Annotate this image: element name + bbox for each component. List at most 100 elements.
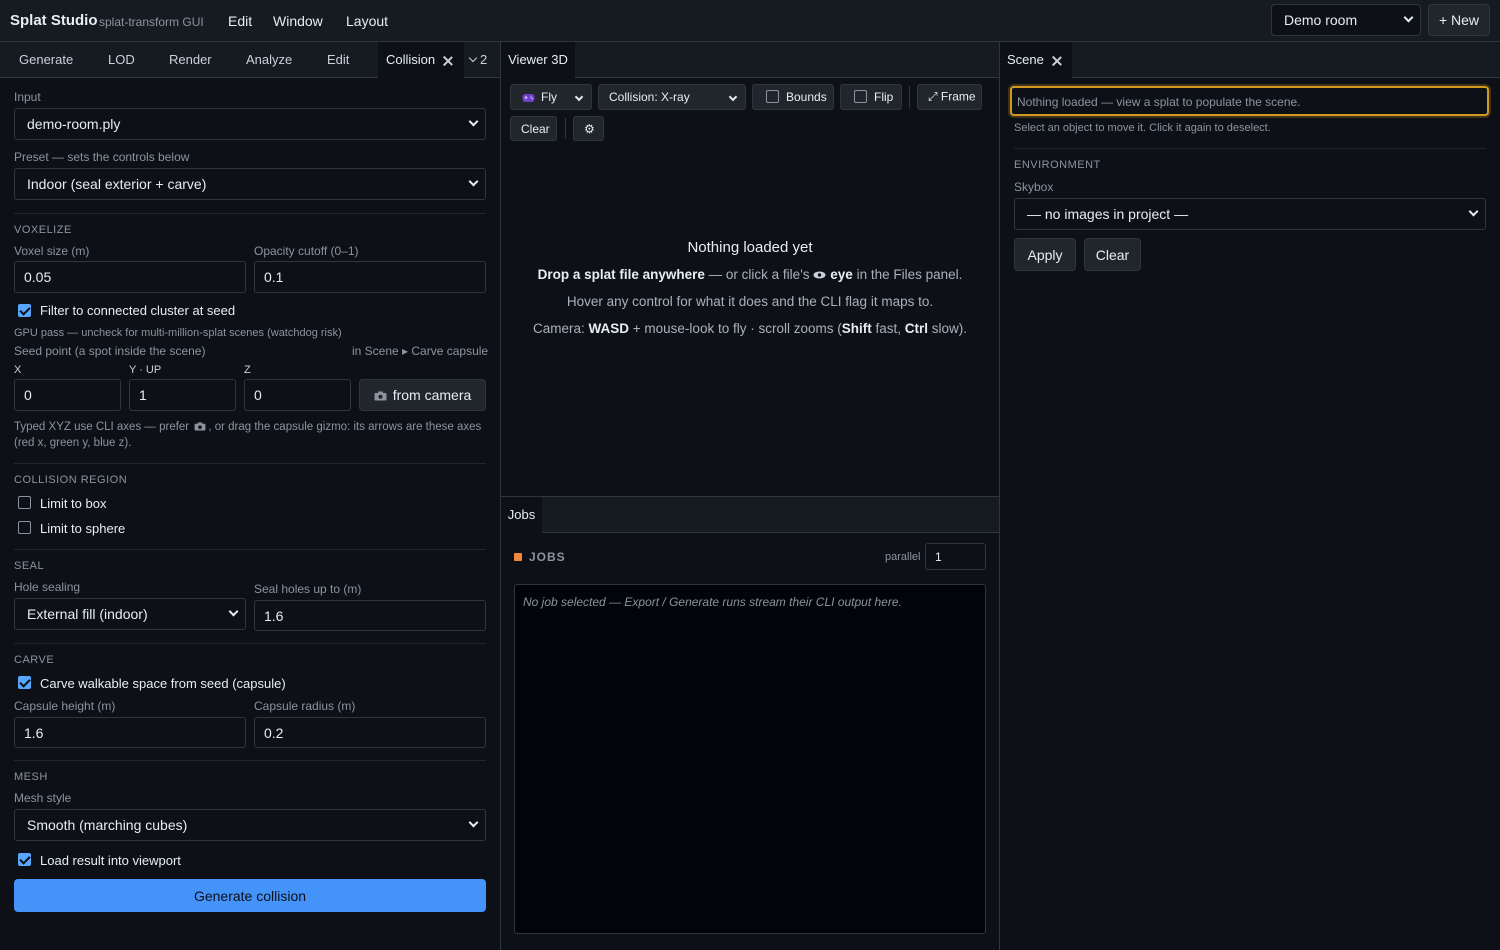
- frame-button[interactable]: ⤢ Frame: [917, 84, 982, 110]
- seal-section: SEAL: [14, 560, 45, 572]
- load-result-label: Load result into viewport: [40, 853, 181, 868]
- new-button[interactable]: + New: [1428, 4, 1490, 36]
- hole-sealing-label: Hole sealing: [14, 580, 81, 594]
- project-select[interactable]: Demo room: [1271, 4, 1421, 36]
- frame-label: ⤢ Frame: [928, 89, 976, 104]
- tab-jobs[interactable]: Jobs: [501, 497, 542, 533]
- tab-overflow[interactable]: 2: [468, 42, 500, 78]
- limit-sphere-checkbox[interactable]: [18, 521, 31, 534]
- menu-window[interactable]: Window: [273, 13, 323, 29]
- seed-label: Seed point (a spot inside the scene): [14, 344, 206, 358]
- input-select[interactable]: demo-room.ply: [14, 108, 486, 140]
- load-result-checkbox[interactable]: [18, 853, 31, 866]
- seed-y-input[interactable]: 1: [129, 379, 236, 411]
- chevron-down-icon: [1403, 12, 1414, 23]
- flip-checkbox[interactable]: [854, 90, 867, 103]
- parallel-input[interactable]: 1: [925, 543, 986, 570]
- voxel-size-value: 0.05: [24, 269, 52, 285]
- camera-mode-value: Fly: [541, 90, 557, 104]
- axes-help-line2: (red x, green y, blue z).: [14, 437, 132, 449]
- seed-x-input[interactable]: 0: [14, 379, 121, 411]
- jobs-title: JOBS: [529, 550, 566, 564]
- empty-line-2: Hover any control for what it does and t…: [566, 294, 934, 309]
- opacity-value: 0.1: [264, 269, 284, 285]
- chevron-down-icon: [228, 606, 239, 617]
- x-label: X: [14, 364, 22, 376]
- shift-key: Shift: [841, 321, 872, 336]
- scene-clear-button[interactable]: Clear: [1084, 238, 1141, 271]
- scene-panel: Scene: [1001, 42, 1500, 950]
- menu-layout[interactable]: Layout: [346, 13, 388, 29]
- gear-icon: ⚙: [584, 121, 595, 136]
- tab-scene-label: Scene: [1007, 52, 1044, 67]
- mesh-style-value: Smooth (marching cubes): [27, 817, 188, 833]
- chevron-down-icon: [728, 92, 738, 102]
- camera-icon: [194, 422, 206, 432]
- seal-holes-input[interactable]: 1.6: [254, 600, 486, 631]
- drop-hint: Drop a splat file anywhere: [537, 267, 705, 282]
- capsule-height-input[interactable]: 1.6: [14, 717, 246, 748]
- tab-analyze[interactable]: Analyze: [246, 42, 292, 78]
- camera-hint-d: slow).: [927, 321, 967, 336]
- parallel-value: 1: [935, 549, 942, 564]
- tab-render[interactable]: Render: [169, 42, 212, 78]
- scene-search-input[interactable]: Nothing loaded — view a splat to populat…: [1010, 86, 1489, 116]
- close-icon[interactable]: [1052, 56, 1062, 66]
- bounds-checkbox[interactable]: [766, 90, 779, 103]
- voxel-size-label: Voxel size (m): [14, 244, 90, 258]
- carve-checkbox[interactable]: [18, 676, 31, 689]
- mesh-style-select[interactable]: Smooth (marching cubes): [14, 809, 486, 841]
- capsule-height-value: 1.6: [24, 724, 44, 741]
- scene-search-placeholder: Nothing loaded — view a splat to populat…: [1017, 95, 1301, 109]
- capsule-height-label: Capsule height (m): [14, 699, 116, 713]
- apply-label: Apply: [1027, 246, 1063, 263]
- seed-y-value: 1: [139, 387, 147, 403]
- capsule-radius-input[interactable]: 0.2: [254, 717, 486, 748]
- flip-toggle[interactable]: Flip: [840, 84, 902, 110]
- collision-view-select[interactable]: Collision: X-ray: [598, 84, 746, 110]
- hole-sealing-select[interactable]: External fill (indoor): [14, 598, 246, 630]
- limit-box-checkbox[interactable]: [18, 496, 31, 509]
- bounds-toggle[interactable]: Bounds: [752, 84, 834, 110]
- tab-edit[interactable]: Edit: [327, 42, 349, 78]
- jobs-output[interactable]: No job selected — Export / Generate runs…: [514, 584, 986, 934]
- seed-z-value: 0: [254, 387, 262, 403]
- preset-select[interactable]: Indoor (seal exterior + carve): [14, 168, 486, 200]
- skybox-label: Skybox: [1014, 180, 1054, 194]
- project-select-value: Demo room: [1284, 12, 1358, 28]
- camera-hint-c: fast,: [871, 321, 905, 336]
- tab-lod[interactable]: LOD: [108, 42, 135, 78]
- camera-mode-select[interactable]: Fly: [510, 84, 592, 110]
- voxel-size-input[interactable]: 0.05: [14, 261, 246, 293]
- scene-tabbar: Scene: [1001, 42, 1500, 78]
- empty-line-1: Drop a splat file anywhere — or click a …: [500, 267, 1000, 282]
- tab-generate[interactable]: Generate: [19, 42, 73, 78]
- camera-hint-b: + mouse-look to fly · scroll zooms (: [629, 321, 842, 336]
- tab-scene[interactable]: Scene: [1001, 42, 1072, 78]
- skybox-select[interactable]: — no images in project —: [1014, 198, 1486, 230]
- close-icon[interactable]: [443, 56, 453, 66]
- tab-viewer-3d[interactable]: Viewer 3D: [501, 42, 575, 78]
- chevron-down-icon: [468, 176, 479, 187]
- viewer-clear-label: Clear: [521, 121, 550, 136]
- toolbar-separator: [565, 118, 566, 139]
- menu-edit[interactable]: Edit: [228, 13, 252, 29]
- toolbar-separator: [909, 86, 910, 108]
- viewer-clear-button[interactable]: Clear: [510, 116, 557, 141]
- divider: [14, 643, 486, 644]
- opacity-input[interactable]: 0.1: [254, 261, 486, 293]
- seal-holes-label: Seal holes up to (m): [254, 582, 362, 596]
- generate-collision-button[interactable]: Generate collision: [14, 879, 486, 912]
- empty-line-3: Camera: WASD + mouse-look to fly · scrol…: [500, 321, 1000, 336]
- limit-box-label: Limit to box: [40, 496, 107, 511]
- environment-section: ENVIRONMENT: [1014, 159, 1101, 171]
- left-tabbar: Generate LOD Render Analyze Edit Collisi…: [0, 42, 500, 78]
- drop-hint-rest: — or click a file's: [704, 267, 814, 282]
- tab-collision[interactable]: Collision: [378, 42, 464, 78]
- from-camera-button[interactable]: from camera: [359, 379, 486, 411]
- filter-checkbox[interactable]: [18, 304, 31, 317]
- apply-button[interactable]: Apply: [1014, 238, 1076, 271]
- seed-z-input[interactable]: 0: [244, 379, 351, 411]
- capsule-radius-value: 0.2: [264, 724, 284, 741]
- viewer-settings-button[interactable]: ⚙: [573, 116, 604, 141]
